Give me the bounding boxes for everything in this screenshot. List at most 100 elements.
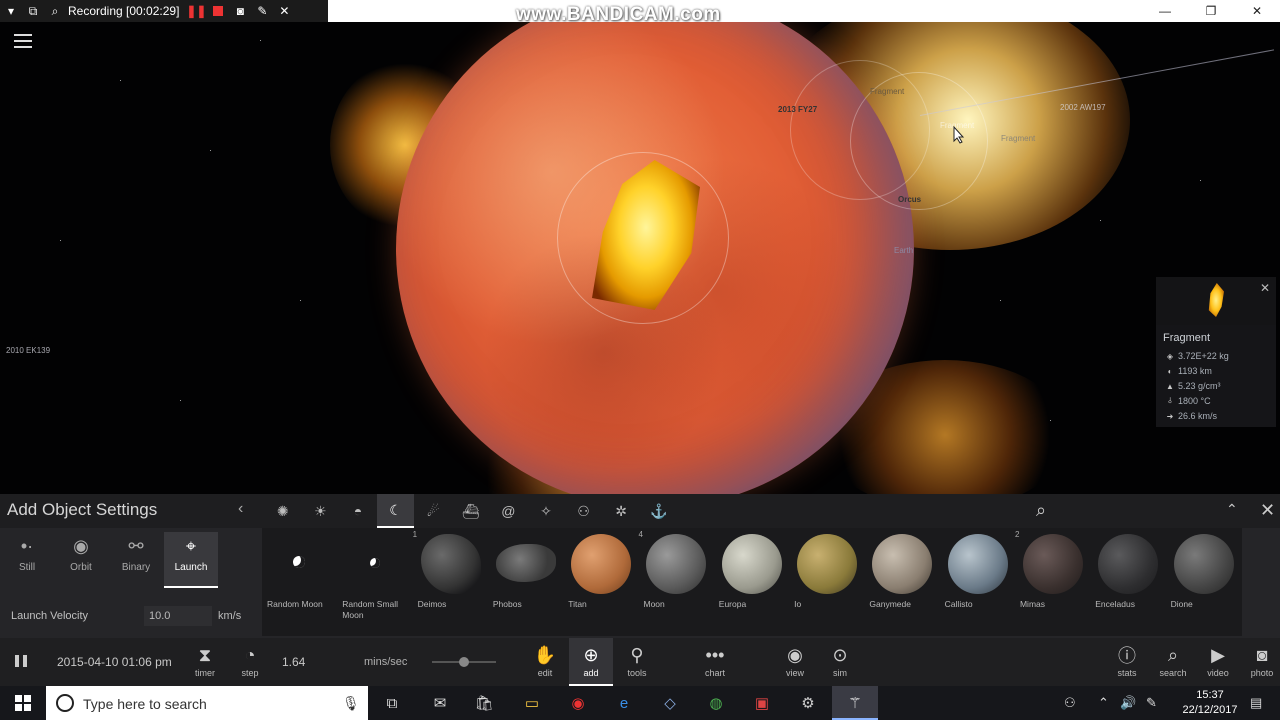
dropdown-arrow-icon[interactable]: ▾ (0, 0, 22, 22)
search-icon[interactable]: ⌕ (44, 0, 66, 22)
asteroid-icon[interactable]: ✧ (527, 494, 565, 528)
search-icon[interactable]: ⌕ (1036, 500, 1046, 521)
spacecraft-icon[interactable]: ⛴ (452, 494, 490, 528)
hand-icon: ✋ (533, 644, 557, 665)
app-icon[interactable]: ◇ (658, 691, 682, 715)
object-random-moon[interactable]: Random Moon (262, 528, 337, 636)
edit-button[interactable]: ✋ edit (530, 642, 560, 679)
binary-icon: ⚯ (128, 535, 144, 556)
search-button[interactable]: ⌕ search (1156, 642, 1190, 679)
pen-icon[interactable]: ✎ (1146, 695, 1157, 711)
search-label: search (1159, 668, 1187, 678)
mail-icon[interactable]: ✉ (428, 691, 452, 715)
app-icon[interactable]: ▣ (750, 691, 774, 715)
tools-button[interactable]: ⚲ tools (622, 642, 652, 679)
mode-orbit[interactable]: ◉ Orbit (54, 532, 108, 588)
mode-binary[interactable]: ⚯ Binary (109, 532, 163, 588)
object-ganymede[interactable]: Ganymede (864, 528, 939, 636)
body-label-earth[interactable]: Earth (894, 246, 913, 255)
anchor-icon[interactable]: ⚓ (640, 494, 678, 528)
stop-record-icon[interactable] (207, 0, 229, 22)
speed-slider[interactable] (432, 657, 496, 667)
hamburger-menu-icon[interactable] (14, 34, 32, 48)
close-icon[interactable]: ✕ (273, 0, 295, 22)
object-phobos[interactable]: Phobos (488, 528, 563, 636)
object-thumbnail (721, 534, 782, 594)
launch-velocity-input[interactable] (144, 606, 212, 626)
body-label-fragment[interactable]: Fragment (870, 87, 904, 96)
chevron-left-icon[interactable]: ‹ (238, 500, 243, 518)
body-label-orcus[interactable]: Orcus (898, 195, 921, 204)
chart-label: chart (704, 668, 725, 678)
body-label-2010-ek139[interactable]: 2010 EK139 (6, 346, 50, 355)
sim-button[interactable]: ⊙ sim (825, 642, 855, 679)
moon-icon[interactable]: ☾ (376, 494, 415, 528)
body-label-2002-aw197[interactable]: 2002 AW197 (1060, 103, 1106, 112)
pause-icon[interactable] (15, 655, 27, 667)
add-button[interactable]: ⊕ add (576, 642, 606, 679)
photo-button[interactable]: ◙ photo (1247, 642, 1277, 679)
store-icon[interactable]: 🛍 (472, 691, 496, 715)
mode-still[interactable]: •· Still (0, 532, 54, 588)
minimize-icon[interactable]: — (1142, 0, 1188, 22)
volume-icon[interactable]: 🔊 (1120, 695, 1136, 711)
settings-icon[interactable]: ✲ (602, 494, 640, 528)
space-viewport[interactable]: 2013 FY27 Fragment Fragment Fragment Orc… (0, 0, 1280, 494)
speed-slider-knob[interactable] (459, 657, 469, 667)
bandicam-icon[interactable]: ◉ (566, 691, 590, 715)
pause-record-icon[interactable]: ❚❚ (185, 0, 207, 22)
universe-sandbox-icon[interactable]: ⚚ (843, 691, 867, 715)
object-dione[interactable]: Dione (1166, 528, 1241, 636)
edge-icon[interactable]: e (612, 691, 636, 715)
window-mode-icon[interactable]: ⧉ (22, 0, 44, 22)
steam-icon[interactable]: ⚙ (796, 691, 820, 715)
people-icon[interactable]: ⚇ (565, 494, 603, 528)
view-button[interactable]: ◉ view (780, 642, 810, 679)
video-button[interactable]: ▶ video (1203, 642, 1233, 679)
object-callisto[interactable]: Callisto (940, 528, 1015, 636)
file-explorer-icon[interactable]: ▭ (520, 691, 544, 715)
recorder-toolbar: ▾ ⧉ ⌕ Recording [00:02:29] ❚❚ ◙ ✎ ✕ (0, 0, 328, 22)
object-deimos[interactable]: 1 Deimos (413, 528, 488, 636)
timer-button[interactable]: ⧗ timer (190, 642, 220, 679)
spiral-icon[interactable]: @ (490, 494, 528, 528)
chart-button[interactable]: ••• chart (700, 642, 730, 679)
comet-icon[interactable]: ☄ (414, 494, 452, 528)
chrome-icon[interactable]: ◍ (704, 691, 728, 715)
mode-launch[interactable]: ⌖ Launch (164, 532, 218, 588)
object-enceladus[interactable]: Enceladus (1090, 528, 1165, 636)
object-moon[interactable]: 4 Moon (638, 528, 713, 636)
chevron-up-icon[interactable]: ⌃ (1098, 695, 1109, 711)
people-icon[interactable]: ⚇ (1064, 695, 1076, 711)
planet-icon[interactable]: ◓ (339, 494, 377, 528)
velocity-value: 26.6 km/s (1178, 411, 1218, 421)
close-icon[interactable]: ✕ (1260, 500, 1275, 521)
body-label-2013-fy27[interactable]: 2013 FY27 (778, 105, 817, 114)
restore-icon[interactable]: ❐ (1188, 0, 1234, 22)
object-io[interactable]: Io (789, 528, 864, 636)
taskbar-search-box[interactable]: Type here to search 🎙 (46, 686, 368, 720)
microphone-icon[interactable]: 🎙 (342, 695, 360, 712)
close-icon[interactable]: ✕ (1234, 0, 1280, 22)
orbit-icon: ◉ (73, 535, 89, 556)
object-titan[interactable]: Titan (563, 528, 638, 636)
hourglass-icon: ⧗ (198, 644, 212, 665)
video-camera-icon: ▶ (1211, 644, 1225, 665)
chevron-up-icon[interactable]: ⌃ (1226, 501, 1238, 518)
screenshot-icon[interactable]: ◙ (229, 0, 251, 22)
object-random-small-moon[interactable]: Random Small Moon (337, 528, 412, 636)
close-icon[interactable]: ✕ (1260, 281, 1270, 295)
step-button[interactable]: ◔ step (235, 642, 265, 679)
galaxy-icon[interactable]: ✺ (264, 494, 302, 528)
notifications-icon[interactable]: ▤ (1250, 695, 1262, 711)
object-europa[interactable]: Europa (714, 528, 789, 636)
pen-icon[interactable]: ✎ (251, 0, 273, 22)
velocity-row: ➜ 26.6 km/s (1166, 411, 1217, 421)
star-icon[interactable]: ☀ (302, 494, 340, 528)
still-icon: •· (20, 535, 34, 556)
stats-button[interactable]: ⓘ stats (1112, 642, 1142, 678)
windows-start-icon[interactable] (0, 686, 46, 720)
task-view-icon[interactable]: ⧉ (380, 691, 404, 715)
body-label-fragment[interactable]: Fragment (1001, 134, 1035, 143)
object-mimas[interactable]: 2 Mimas (1015, 528, 1090, 636)
